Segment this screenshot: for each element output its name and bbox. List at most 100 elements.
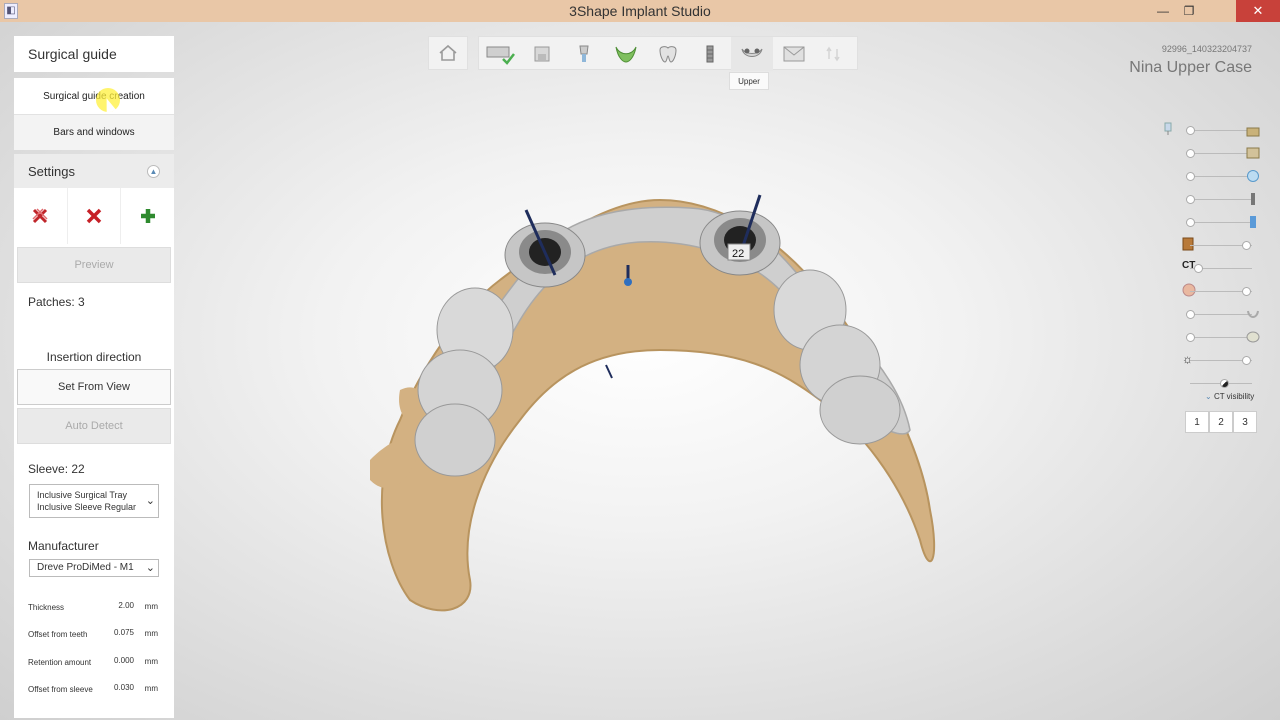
thickness-input[interactable]: 2.00	[118, 601, 134, 610]
param-name: Thickness	[28, 603, 65, 612]
slider-track[interactable]	[1190, 199, 1252, 200]
close-button[interactable]: ✕	[1236, 0, 1280, 22]
offset-from-teeth-input[interactable]: 0.075	[114, 628, 134, 637]
home-icon	[439, 44, 457, 61]
next-step-icon	[826, 46, 840, 62]
slider-knob[interactable]	[1186, 310, 1195, 319]
bars-and-windows-item[interactable]: Bars and windows	[14, 114, 174, 150]
ct-tab-2[interactable]: 2	[1209, 411, 1233, 433]
crown	[414, 403, 496, 477]
offset-from-sleeve-input[interactable]: 0.030	[114, 683, 134, 692]
offset-from-sleeve-row: Offset from sleeve 0.030 mm	[28, 683, 158, 699]
app-icon: ◧	[4, 3, 18, 19]
slider-row-pin	[1164, 122, 1262, 138]
slider-knob[interactable]	[1186, 172, 1195, 181]
auto-detect-button[interactable]: Auto Detect	[17, 408, 171, 444]
home-button[interactable]	[428, 36, 468, 70]
delete-patch-button[interactable]	[68, 188, 122, 244]
param-name: Offset from sleeve	[28, 685, 93, 694]
slider-row	[1182, 168, 1262, 184]
manufacturer-label: Manufacturer	[28, 539, 99, 553]
slider-track[interactable]	[1190, 337, 1252, 338]
sleeve-select[interactable]: Inclusive Surgical Tray Inclusive Sleeve…	[29, 484, 159, 518]
remove-all-patches-icon	[32, 208, 48, 224]
wax-icon	[1247, 170, 1259, 182]
param-unit: mm	[144, 684, 158, 693]
implant-planning-button[interactable]	[563, 37, 605, 71]
maximize-button[interactable]: ❐	[1176, 0, 1202, 22]
settings-title: Settings	[28, 163, 75, 179]
slider-track[interactable]	[1190, 176, 1252, 177]
settings-body: Preview Patches: 3 Insertion direction S…	[14, 188, 174, 718]
slider-track[interactable]	[1190, 222, 1252, 223]
retention-amount-row: Retention amount 0.000 mm	[28, 656, 158, 672]
slider-knob[interactable]	[1186, 149, 1195, 158]
dental-model-scene[interactable]: 22	[340, 180, 960, 620]
slider-knob[interactable]	[1186, 333, 1195, 342]
param-unit: mm	[144, 657, 158, 666]
case-name: Nina Upper Case	[1129, 59, 1252, 76]
scan-step-icon	[486, 46, 515, 65]
retention-amount-input[interactable]: 0.000	[114, 656, 134, 665]
slider-row	[1182, 145, 1262, 161]
slider-track[interactable]	[1190, 130, 1252, 131]
surgical-guide-creation-item[interactable]: Surgical guide creation	[14, 78, 174, 114]
sleeve-right	[699, 194, 781, 276]
chevron-down-icon: ⌄	[145, 495, 155, 507]
ct-tab-3[interactable]: 3	[1233, 411, 1257, 433]
window-controls: — ❐ ✕	[1150, 0, 1280, 22]
contrast-knob[interactable]	[1220, 379, 1229, 388]
remove-all-patches-button[interactable]	[14, 188, 68, 244]
slider-row-ct: CT	[1182, 260, 1262, 276]
slider-knob[interactable]	[1242, 287, 1251, 296]
implant-planning-icon	[579, 45, 589, 62]
ct-visibility-toggle[interactable]: ⌄ CT visibility	[1205, 392, 1254, 401]
manufacturer-select[interactable]: Dreve ProDiMed - M1 ⌄	[29, 559, 159, 577]
minimize-button[interactable]: —	[1150, 0, 1176, 22]
insertion-direction-label: Insertion direction	[46, 350, 142, 364]
toolbar-tooltip: Upper	[729, 72, 769, 90]
slider-knob[interactable]	[1186, 126, 1195, 135]
slider-track[interactable]	[1190, 314, 1252, 315]
set-from-view-button[interactable]: Set From View	[17, 369, 171, 405]
param-unit: mm	[144, 602, 158, 611]
brightness-icon: ☼	[1182, 352, 1193, 366]
sleeve-number-label: 22	[732, 248, 744, 260]
sleeve-icon	[1250, 216, 1256, 228]
manufacturer-value: Dreve ProDiMed - M1	[37, 562, 134, 573]
ct-visibility-label: CT visibility	[1213, 392, 1255, 401]
face-icon	[1182, 283, 1196, 297]
scan-step-button[interactable]	[479, 37, 521, 71]
slider-row	[1182, 283, 1262, 299]
add-patch-button[interactable]	[121, 188, 174, 244]
tooth-step-button[interactable]	[647, 37, 689, 71]
send-step-button[interactable]	[773, 37, 815, 71]
slider-knob[interactable]	[1242, 356, 1251, 365]
preview-button[interactable]: Preview	[17, 247, 171, 283]
offset-from-teeth-row: Offset from teeth 0.075 mm	[28, 628, 158, 644]
model-base-icon	[1246, 127, 1260, 137]
slider-knob[interactable]	[1194, 264, 1203, 273]
settings-header[interactable]: Settings ▲	[14, 154, 174, 188]
tooth-icon	[659, 46, 677, 63]
save-step-button[interactable]	[521, 37, 563, 71]
slider-knob[interactable]	[1186, 195, 1195, 204]
patch-tools	[14, 188, 174, 244]
ct-view-tabs: 1 2 3	[1185, 411, 1257, 433]
tooth-icon	[1246, 331, 1260, 343]
collapse-icon[interactable]: ▲	[147, 165, 160, 178]
next-step-button[interactable]	[815, 37, 857, 71]
param-name: Offset from teeth	[28, 630, 88, 639]
ct-tab-1[interactable]: 1	[1185, 411, 1209, 433]
implant-step-button[interactable]	[689, 37, 731, 71]
param-name: Retention amount	[28, 658, 92, 667]
crown	[819, 375, 901, 445]
implant-icon	[1251, 193, 1255, 205]
slider-knob[interactable]	[1186, 218, 1195, 227]
title-bar: ◧ 3Shape Implant Studio — ❐ ✕	[0, 0, 1280, 22]
upper-guide-step-button[interactable]	[731, 37, 773, 71]
slider-track[interactable]	[1190, 153, 1252, 154]
gum-step-button[interactable]	[605, 37, 647, 71]
slider-knob[interactable]	[1242, 241, 1251, 250]
